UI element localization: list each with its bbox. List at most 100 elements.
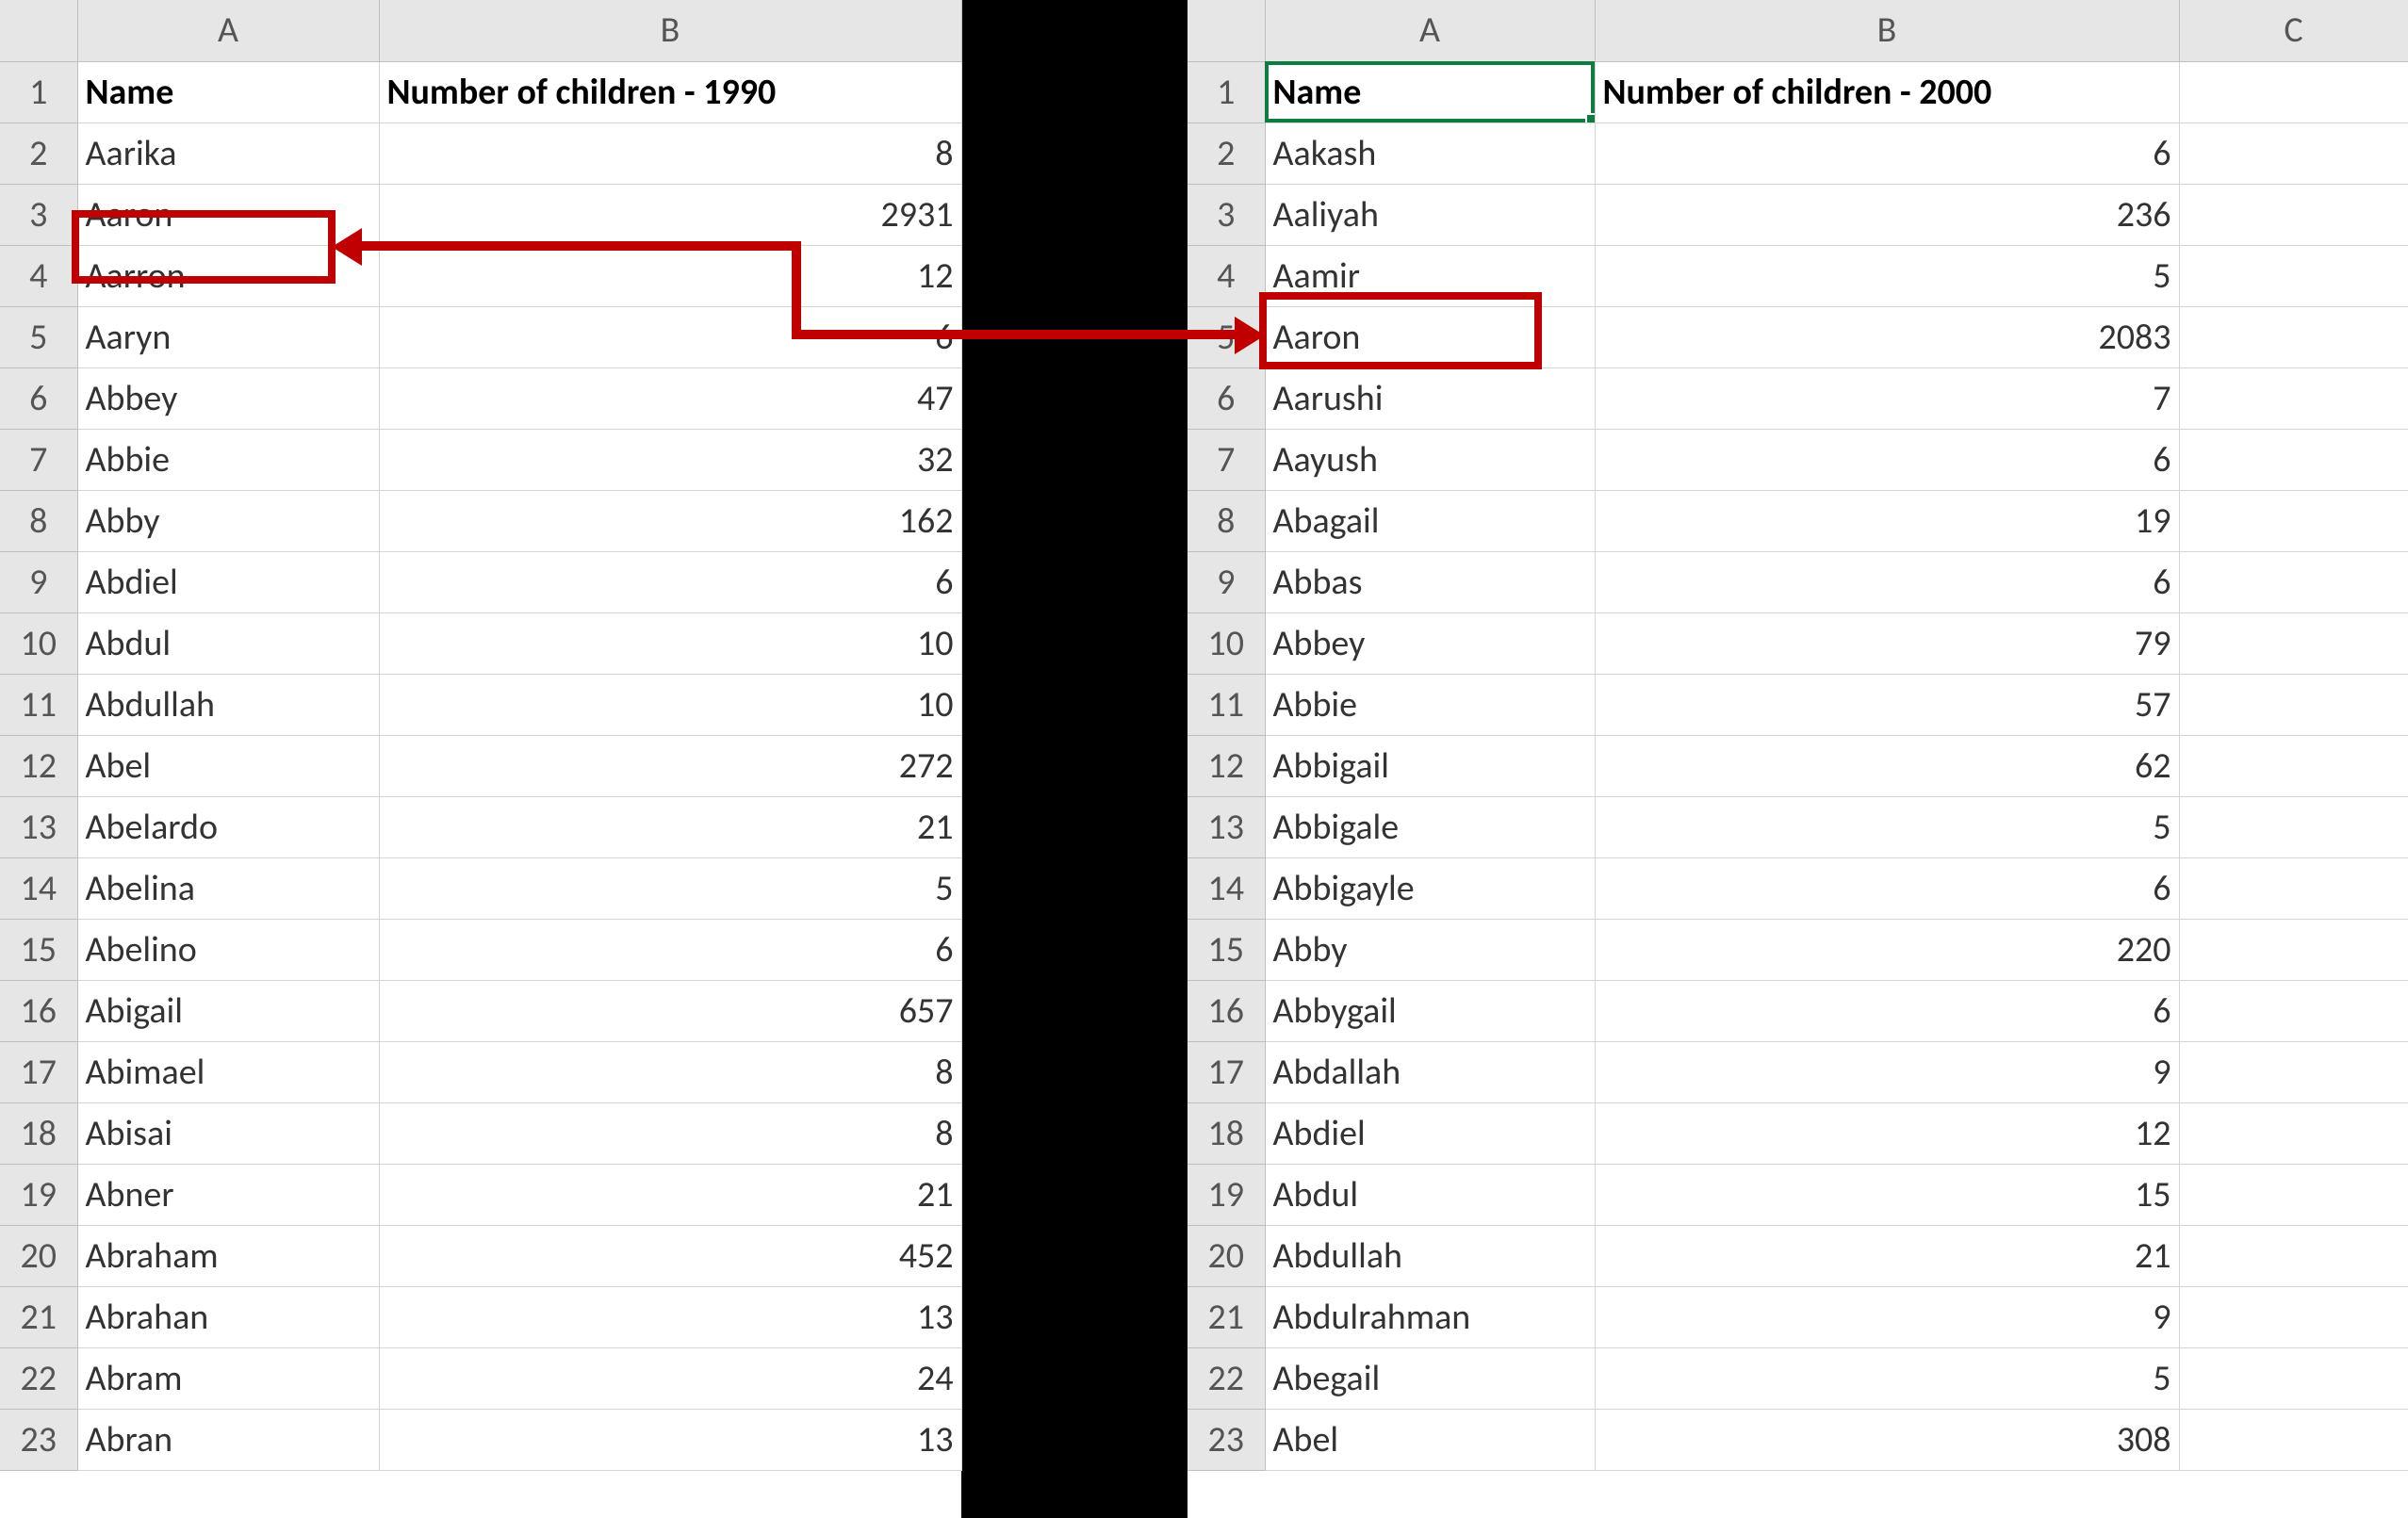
cell-B22[interactable]: 24 [379, 1347, 961, 1409]
table-row[interactable]: 19Abdul15 [1188, 1164, 2408, 1225]
col-header-B[interactable]: B [379, 0, 961, 61]
table-row[interactable]: 7Abbie32 [0, 429, 961, 490]
cell-A15[interactable]: Abby [1265, 919, 1595, 980]
table-row[interactable]: 15Abby220 [1188, 919, 2408, 980]
cell-B4[interactable]: 12 [379, 245, 961, 306]
row-header[interactable]: 10 [0, 612, 77, 674]
cell-A16[interactable]: Abbygail [1265, 980, 1595, 1041]
cell-A2[interactable]: Aakash [1265, 122, 1595, 184]
cell-B9[interactable]: 6 [1595, 551, 2179, 612]
cell-A13[interactable]: Abelardo [77, 796, 379, 857]
cell-C4[interactable] [2179, 245, 2408, 306]
table-row[interactable]: 20Abdullah21 [1188, 1225, 2408, 1286]
row-header[interactable]: 16 [0, 980, 77, 1041]
table-row[interactable]: 17Abimael8 [0, 1041, 961, 1102]
row-header[interactable]: 18 [1188, 1102, 1265, 1164]
cell-A2[interactable]: Aarika [77, 122, 379, 184]
cell-B5[interactable]: 6 [379, 306, 961, 367]
cell-B2[interactable]: 8 [379, 122, 961, 184]
cell-B13[interactable]: 5 [1595, 796, 2179, 857]
row-header[interactable]: 21 [0, 1286, 77, 1347]
cell-B7[interactable]: 6 [1595, 429, 2179, 490]
table-row[interactable]: 15Abelino6 [0, 919, 961, 980]
table-row[interactable]: 6Abbey47 [0, 367, 961, 429]
col-header-A[interactable]: A [1265, 0, 1595, 61]
cell-B3[interactable]: 2931 [379, 184, 961, 245]
cell-A12[interactable]: Abbigail [1265, 735, 1595, 796]
row-header[interactable]: 9 [0, 551, 77, 612]
row-header[interactable]: 23 [0, 1409, 77, 1470]
cell-A20[interactable]: Abraham [77, 1225, 379, 1286]
table-row[interactable]: 23Abran13 [0, 1409, 961, 1470]
row-header[interactable]: 10 [1188, 612, 1265, 674]
cell-A4[interactable]: Aamir [1265, 245, 1595, 306]
cell-B18[interactable]: 12 [1595, 1102, 2179, 1164]
cell-A22[interactable]: Abram [77, 1347, 379, 1409]
cell-A21[interactable]: Abdulrahman [1265, 1286, 1595, 1347]
cell-A15[interactable]: Abelino [77, 919, 379, 980]
table-row[interactable]: 18Abisai8 [0, 1102, 961, 1164]
row-header[interactable]: 3 [1188, 184, 1265, 245]
table-row[interactable]: 13Abelardo21 [0, 796, 961, 857]
table-row[interactable]: 14Abbigayle6 [1188, 857, 2408, 919]
table-row[interactable]: 16Abbygail6 [1188, 980, 2408, 1041]
row-header[interactable]: 19 [0, 1164, 77, 1225]
cell-C18[interactable] [2179, 1102, 2408, 1164]
cell-B5[interactable]: 2083 [1595, 306, 2179, 367]
cell-B3[interactable]: 236 [1595, 184, 2179, 245]
left-grid[interactable]: A B 1NameNumber of children - 19902Aarik… [0, 0, 962, 1471]
select-all-corner[interactable] [0, 0, 77, 61]
cell-B1[interactable]: Number of children - 2000 [1595, 61, 2179, 122]
table-row[interactable]: 13Abbigale5 [1188, 796, 2408, 857]
column-header-row[interactable]: A B C [1188, 0, 2408, 61]
row-header[interactable]: 22 [1188, 1347, 1265, 1409]
table-row[interactable]: 21Abdulrahman9 [1188, 1286, 2408, 1347]
select-all-corner[interactable] [1188, 0, 1265, 61]
row-header[interactable]: 12 [1188, 735, 1265, 796]
cell-C17[interactable] [2179, 1041, 2408, 1102]
cell-A19[interactable]: Abner [77, 1164, 379, 1225]
cell-A3[interactable]: Aaron [77, 184, 379, 245]
row-header[interactable]: 5 [1188, 306, 1265, 367]
row-header[interactable]: 16 [1188, 980, 1265, 1041]
row-header[interactable]: 19 [1188, 1164, 1265, 1225]
row-header[interactable]: 9 [1188, 551, 1265, 612]
row-header[interactable]: 13 [1188, 796, 1265, 857]
cell-B6[interactable]: 7 [1595, 367, 2179, 429]
row-header[interactable]: 13 [0, 796, 77, 857]
table-row[interactable]: 6Aarushi7 [1188, 367, 2408, 429]
cell-C21[interactable] [2179, 1286, 2408, 1347]
cell-A16[interactable]: Abigail [77, 980, 379, 1041]
table-row[interactable]: 3Aaliyah236 [1188, 184, 2408, 245]
cell-B21[interactable]: 9 [1595, 1286, 2179, 1347]
row-header[interactable]: 2 [1188, 122, 1265, 184]
cell-A4[interactable]: Aarron [77, 245, 379, 306]
cell-C6[interactable] [2179, 367, 2408, 429]
cell-C15[interactable] [2179, 919, 2408, 980]
col-header-A[interactable]: A [77, 0, 379, 61]
cell-C2[interactable] [2179, 122, 2408, 184]
column-header-row[interactable]: A B [0, 0, 961, 61]
cell-A5[interactable]: Aaryn [77, 306, 379, 367]
row-header[interactable]: 6 [0, 367, 77, 429]
cell-B8[interactable]: 162 [379, 490, 961, 551]
row-header[interactable]: 12 [0, 735, 77, 796]
cell-A14[interactable]: Abbigayle [1265, 857, 1595, 919]
table-row[interactable]: 3Aaron2931 [0, 184, 961, 245]
cell-A3[interactable]: Aaliyah [1265, 184, 1595, 245]
table-row[interactable]: 22Abegail5 [1188, 1347, 2408, 1409]
row-header[interactable]: 6 [1188, 367, 1265, 429]
table-row[interactable]: 5Aaron2083 [1188, 306, 2408, 367]
row-header[interactable]: 4 [0, 245, 77, 306]
cell-A23[interactable]: Abel [1265, 1409, 1595, 1470]
row-header[interactable]: 14 [0, 857, 77, 919]
row-header[interactable]: 15 [1188, 919, 1265, 980]
row-header[interactable]: 7 [1188, 429, 1265, 490]
cell-A7[interactable]: Aayush [1265, 429, 1595, 490]
row-header[interactable]: 11 [1188, 674, 1265, 735]
cell-B20[interactable]: 21 [1595, 1225, 2179, 1286]
cell-B16[interactable]: 6 [1595, 980, 2179, 1041]
cell-A11[interactable]: Abbie [1265, 674, 1595, 735]
row-header[interactable]: 8 [1188, 490, 1265, 551]
cell-A6[interactable]: Abbey [77, 367, 379, 429]
